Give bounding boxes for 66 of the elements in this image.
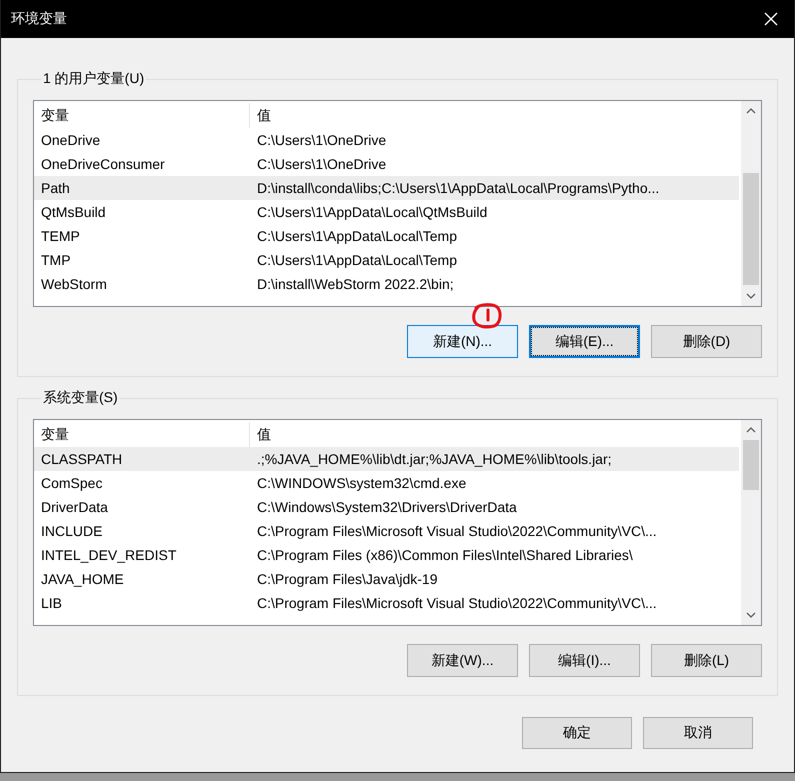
scroll-down-icon[interactable] [746,293,756,299]
list-row[interactable]: OneDriveConsumer C:\Users\1\OneDrive [34,152,739,176]
list-row[interactable]: TEMP C:\Users\1\AppData\Local\Temp [34,224,739,248]
variable-value: C:\Program Files\Microsoft Visual Studio\2022\Community\VC\... [256,523,658,539]
variable-value: C:\Users\1\OneDrive [256,132,388,148]
variable-name: OneDriveConsumer [40,156,166,172]
variable-name: Path [40,180,71,196]
variable-value: C:\Users\1\AppData\Local\QtMsBuild [256,204,488,220]
variable-value: C:\Program Files\Microsoft Visual Studio\2022\Community\VC\... [256,595,658,611]
action-button[interactable]: 删除(L) [651,644,762,677]
list-row[interactable]: INTEL_DEV_REDIST C:\Program Files (x86)\Common Files\Intel\Shared Libraries\ [34,543,739,567]
variable-name: ComSpec [40,475,104,491]
variable-value: D:\install\WebStorm 2022.2\bin; [256,276,455,292]
list-row[interactable]: TMP C:\Users\1\AppData\Local\Temp [34,248,739,272]
scroll-up-icon[interactable] [746,427,756,433]
variable-value: C:\Program Files (x86)\Common Files\Intel\Shared Libraries\ [256,547,634,563]
scroll-thumb[interactable] [743,440,759,490]
variable-value: C:\WINDOWS\system32\cmd.exe [256,475,468,491]
variable-name: INTEL_DEV_REDIST [40,547,178,563]
list-row[interactable]: INCLUDE C:\Program Files\Microsoft Visual Studio\2022\Community\VC\... [34,519,739,543]
column-header[interactable]: 变量 [34,103,250,128]
list-row[interactable]: OneDrive C:\Users\1\OneDrive [34,128,739,152]
scroll-down-icon[interactable] [746,612,756,618]
list-row[interactable]: Path D:\install\conda\libs;C:\Users\1\AppData\Local\Programs\Pytho... [34,176,739,200]
group-label: 1 的用户变量(U) [42,70,146,88]
action-button[interactable]: 编辑(I)... [529,644,640,677]
annotation-mark [470,300,504,330]
dialog-button[interactable]: 取消 [643,717,753,749]
action-button[interactable]: 编辑(E)... [529,325,640,358]
window-title: 环境变量 [11,10,67,28]
column-header[interactable]: 值 [250,422,739,447]
variable-name: QtMsBuild [40,204,107,220]
list-row[interactable]: JAVA_HOME C:\Program Files\Java\jdk-19 [34,567,739,591]
variable-value: D:\install\conda\libs;C:\Users\1\AppData\Local\Programs\Pytho... [256,180,660,196]
variable-name: INCLUDE [40,523,104,539]
group-label: 系统变量(S) [42,389,119,407]
variable-name: TEMP [40,228,81,244]
variable-name: OneDrive [40,132,102,148]
variable-name: TMP [40,252,72,268]
scrollbar[interactable] [741,420,761,625]
scrollbar[interactable] [741,101,761,306]
variable-value: C:\Windows\System32\Drivers\DriverData [256,499,518,515]
variable-value: C:\Program Files\Java\jdk-19 [256,571,439,587]
list-row[interactable]: QtMsBuild C:\Users\1\AppData\Local\QtMsBuild [34,200,739,224]
variable-value: C:\Users\1\OneDrive [256,156,388,172]
variable-value: C:\Users\1\AppData\Local\Temp [256,252,458,268]
list-row[interactable]: ComSpec C:\WINDOWS\system32\cmd.exe [34,471,739,495]
action-button[interactable]: 删除(D) [651,325,762,358]
list-row[interactable]: DriverData C:\Windows\System32\Drivers\DriverData [34,495,739,519]
action-button[interactable]: 新建(W)... [407,644,518,677]
scroll-thumb[interactable] [743,173,759,285]
scroll-up-icon[interactable] [746,108,756,114]
dialog-button[interactable]: 确定 [522,717,632,749]
action-button[interactable]: 新建(N)... [407,325,518,358]
list-row[interactable]: WebStorm D:\install\WebStorm 2022.2\bin; [34,272,739,296]
variable-value: .;%JAVA_HOME%\lib\dt.jar;%JAVA_HOME%\lib\tools.jar; [256,451,613,467]
variable-name: CLASSPATH [40,451,124,467]
list-row[interactable]: LIB C:\Program Files\Microsoft Visual Studio\2022\Community\VC\... [34,591,739,615]
column-header[interactable]: 值 [250,103,739,128]
variable-value: C:\Users\1\AppData\Local\Temp [256,228,458,244]
variable-name: LIB [40,595,64,611]
variable-name: WebStorm [40,276,108,292]
close-icon [764,12,778,26]
list-row[interactable]: CLASSPATH .;%JAVA_HOME%\lib\dt.jar;%JAVA_HOME%\lib\tools.jar; [34,447,739,471]
variable-name: JAVA_HOME [40,571,125,587]
variable-name: DriverData [40,499,109,515]
